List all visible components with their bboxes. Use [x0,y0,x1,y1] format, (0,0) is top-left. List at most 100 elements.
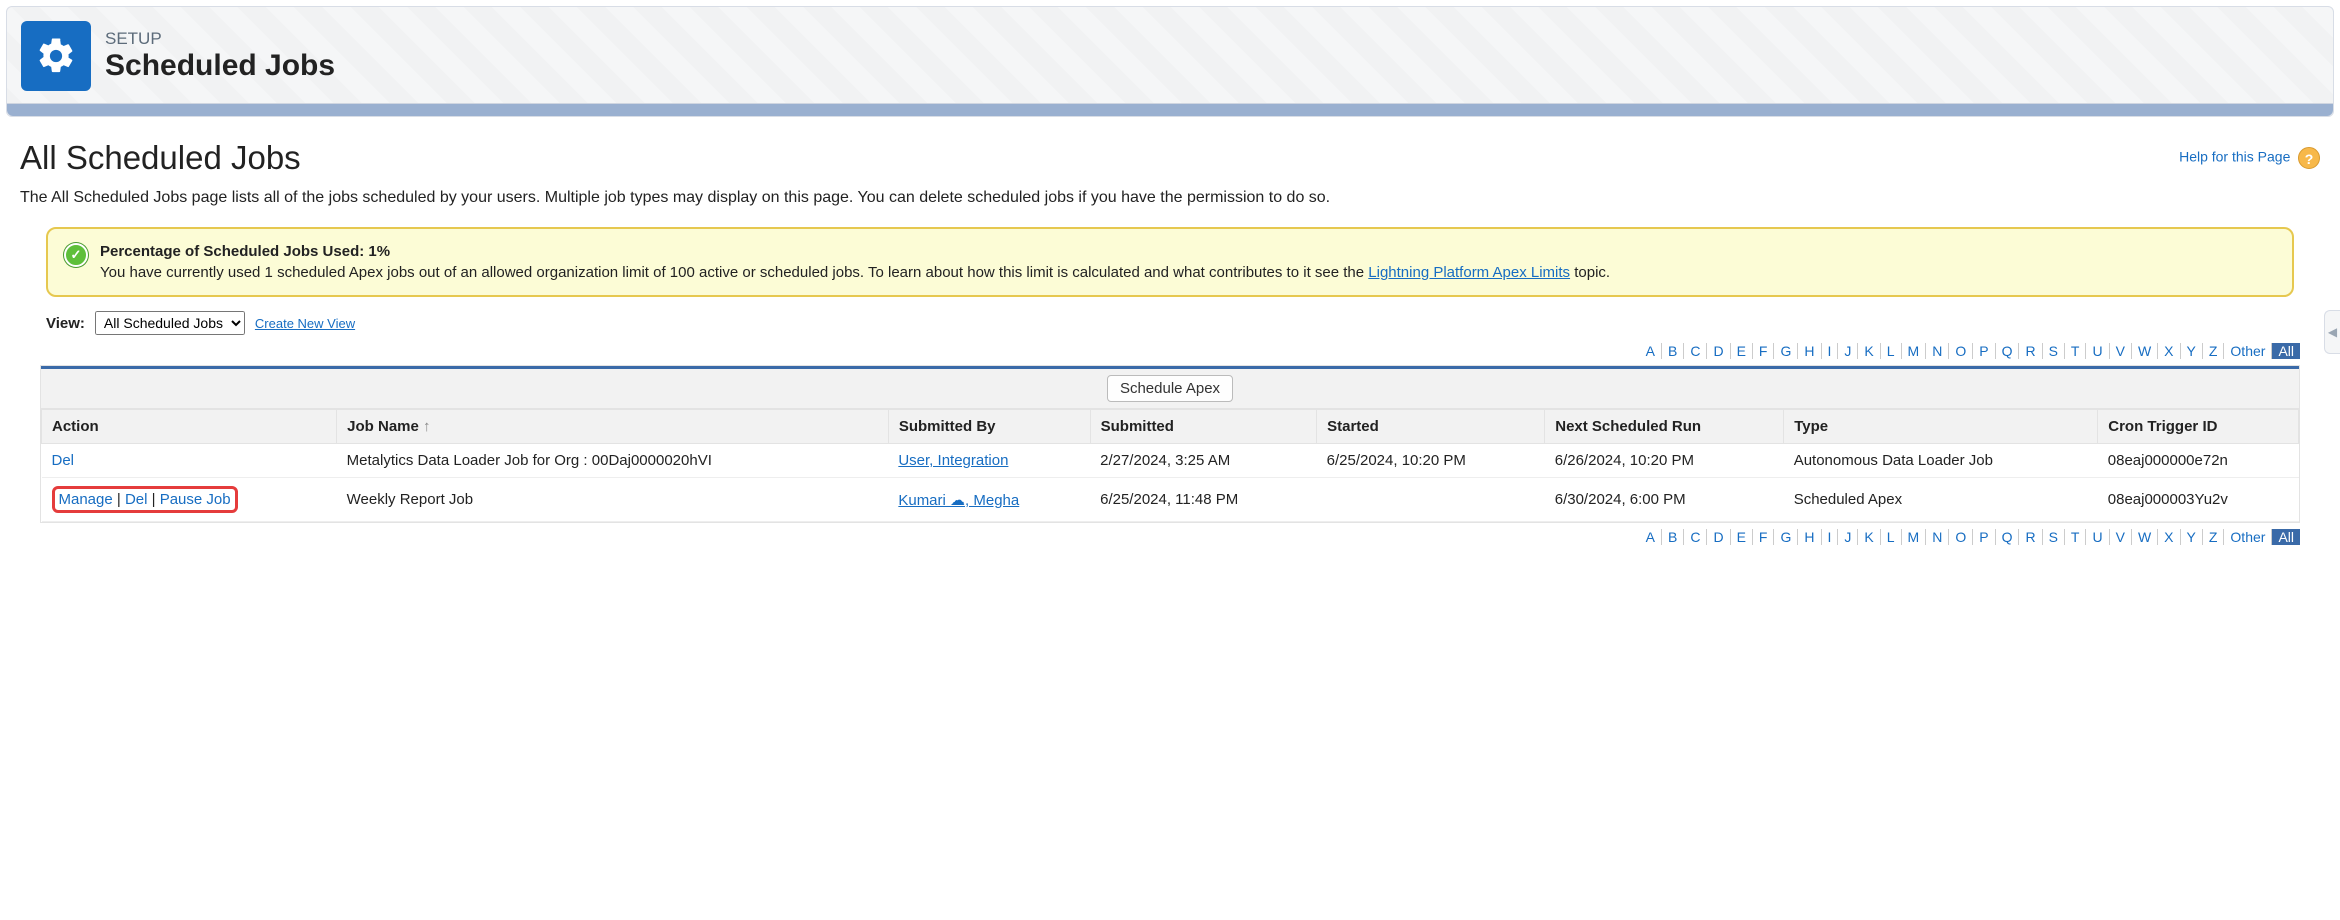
schedule-apex-button[interactable]: Schedule Apex [1107,375,1233,402]
jobs-table: Action Job Name ↑ Submitted By Submitted… [41,409,2299,522]
page-description: The All Scheduled Jobs page lists all of… [20,189,2320,207]
alpha-W[interactable]: W [2132,529,2158,545]
alpha-Y[interactable]: Y [2181,529,2203,545]
alpha-N[interactable]: N [1926,529,1949,545]
alpha-other[interactable]: Other [2224,529,2272,545]
alpha-H[interactable]: H [1798,343,1821,359]
action-manage[interactable]: Manage [59,491,113,508]
alpha-H[interactable]: H [1798,529,1821,545]
cell-cron_id: 08eaj000003Yu2v [2098,478,2299,522]
alpha-E[interactable]: E [1731,529,1753,545]
alpha-N[interactable]: N [1926,343,1949,359]
alpha-I[interactable]: I [1822,343,1839,359]
alpha-J[interactable]: J [1838,343,1858,359]
alpha-G[interactable]: G [1774,343,1798,359]
info-body-pre: You have currently used 1 scheduled Apex… [100,264,1368,281]
table-row: Del Metalytics Data Loader Job for Org : … [42,444,2299,478]
col-next-run[interactable]: Next Scheduled Run [1545,410,1784,444]
page-title: All Scheduled Jobs [20,139,301,177]
cell-next_run: 6/30/2024, 6:00 PM [1545,478,1784,522]
alpha-Z[interactable]: Z [2203,343,2225,359]
alpha-T[interactable]: T [2065,343,2087,359]
alpha-L[interactable]: L [1881,343,1902,359]
table-row: Manage | Del | Pause JobWeekly Report Jo… [42,478,2299,522]
alpha-P[interactable]: P [1973,529,1995,545]
alpha-S[interactable]: S [2043,343,2065,359]
alpha-S[interactable]: S [2043,529,2065,545]
help-icon[interactable]: ? [2298,147,2320,169]
alpha-K[interactable]: K [1858,529,1880,545]
cell-cron_id: 08eaj000000e72n [2098,444,2299,478]
page-header-title: Scheduled Jobs [105,49,335,83]
col-cron-id[interactable]: Cron Trigger ID [2098,410,2299,444]
cell-type: Scheduled Apex [1784,478,2098,522]
alpha-W[interactable]: W [2132,343,2158,359]
job-name: Weekly Report Job [337,478,889,522]
alpha-R[interactable]: R [2019,529,2042,545]
alpha-B[interactable]: B [1662,529,1684,545]
action-del[interactable]: Del [125,491,148,508]
alpha-P[interactable]: P [1973,343,1995,359]
alpha-A[interactable]: A [1640,529,1662,545]
alpha-L[interactable]: L [1881,529,1902,545]
alpha-E[interactable]: E [1731,343,1753,359]
sidebar-collapse-handle[interactable]: ◀ [2324,310,2340,354]
alpha-B[interactable]: B [1662,343,1684,359]
info-box: ✓ Percentage of Scheduled Jobs Used: 1% … [46,227,2294,297]
submitted-by-link[interactable]: User, Integration [898,452,1008,469]
alpha-J[interactable]: J [1838,529,1858,545]
alpha-C[interactable]: C [1684,529,1707,545]
col-job-name[interactable]: Job Name ↑ [337,410,889,444]
alpha-Y[interactable]: Y [2181,343,2203,359]
alpha-M[interactable]: M [1902,529,1927,545]
col-submitted[interactable]: Submitted [1090,410,1317,444]
alpha-G[interactable]: G [1774,529,1798,545]
alpha-A[interactable]: A [1640,343,1662,359]
alpha-Q[interactable]: Q [1996,529,2020,545]
alpha-all[interactable]: All [2272,343,2300,359]
alpha-C[interactable]: C [1684,343,1707,359]
help-link[interactable]: Help for this Page [2179,148,2290,164]
alpha-K[interactable]: K [1858,343,1880,359]
alpha-F[interactable]: F [1753,529,1775,545]
col-started[interactable]: Started [1317,410,1545,444]
action-del[interactable]: Del [52,452,75,469]
alpha-V[interactable]: V [2110,529,2132,545]
col-action: Action [42,410,337,444]
check-icon: ✓ [64,243,88,267]
alpha-F[interactable]: F [1753,343,1775,359]
alpha-T[interactable]: T [2065,529,2087,545]
cell-started [1317,478,1545,522]
alpha-O[interactable]: O [1949,529,1973,545]
alpha-Z[interactable]: Z [2203,529,2225,545]
view-label: View: [46,315,85,332]
alpha-U[interactable]: U [2086,343,2109,359]
alpha-V[interactable]: V [2110,343,2132,359]
alpha-I[interactable]: I [1822,529,1839,545]
apex-limits-link[interactable]: Lightning Platform Apex Limits [1368,264,1570,281]
alpha-all[interactable]: All [2272,529,2300,545]
alpha-R[interactable]: R [2019,343,2042,359]
view-select[interactable]: All Scheduled Jobs [95,311,245,335]
submitted-by-link[interactable]: Kumari ☁, Megha [898,492,1019,509]
col-type[interactable]: Type [1784,410,2098,444]
info-body-post: topic. [1574,264,1610,281]
cell-type: Autonomous Data Loader Job [1784,444,2098,478]
alpha-D[interactable]: D [1707,529,1730,545]
sort-icon: ↑ [423,418,431,435]
alpha-X[interactable]: X [2158,343,2180,359]
alpha-U[interactable]: U [2086,529,2109,545]
alpha-other[interactable]: Other [2224,343,2272,359]
alpha-O[interactable]: O [1949,343,1973,359]
action-pause-job[interactable]: Pause Job [160,491,231,508]
alpha-Q[interactable]: Q [1996,343,2020,359]
alpha-X[interactable]: X [2158,529,2180,545]
alpha-filter-top: ABCDEFGHIJKLMNOPQRSTUVWXYZOtherAll [20,343,2320,359]
alpha-M[interactable]: M [1902,343,1927,359]
create-view-link[interactable]: Create New View [255,316,355,331]
job-name: Metalytics Data Loader Job for Org : 00D… [337,444,889,478]
alpha-D[interactable]: D [1707,343,1730,359]
info-heading: Percentage of Scheduled Jobs Used: 1% [100,243,390,260]
col-submitted-by[interactable]: Submitted By [888,410,1090,444]
cell-submitted: 2/27/2024, 3:25 AM [1090,444,1317,478]
